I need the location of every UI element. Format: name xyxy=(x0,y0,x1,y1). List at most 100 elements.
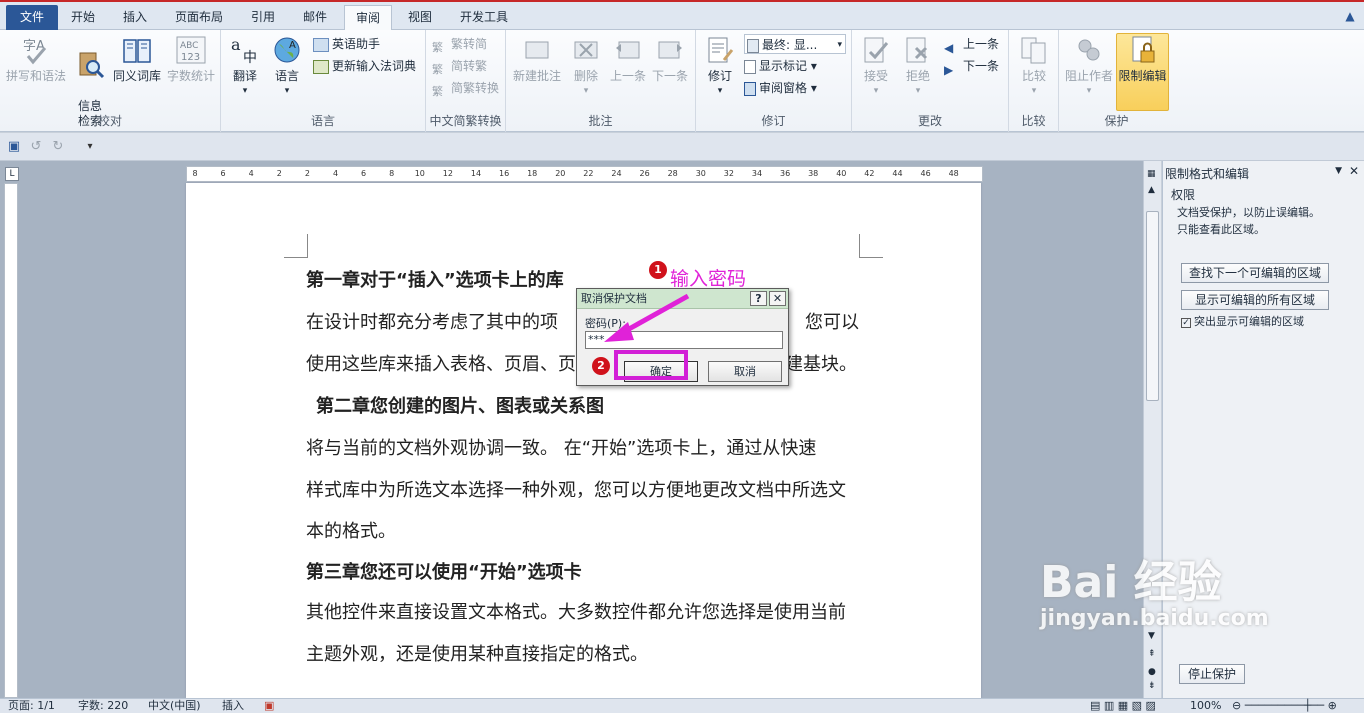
accept-button[interactable]: 接受 ▾ xyxy=(856,34,896,99)
help-icon[interactable]: ▲ xyxy=(1342,9,1358,25)
update-ime-dictionary-button[interactable]: 更新输入法词典 xyxy=(313,56,416,76)
reviewing-pane-button[interactable]: 审阅窗格 ▾ xyxy=(744,78,817,98)
conversion-button[interactable]: 繁简繁转换 xyxy=(432,78,499,98)
dialog-close-button[interactable]: ✕ xyxy=(769,291,786,306)
new-comment-button[interactable]: 新建批注 xyxy=(510,34,564,84)
paragraph: 主题外观，还是使用某种直接指定的格式。 xyxy=(306,644,648,665)
ruler-tick: 38 xyxy=(808,169,819,178)
group-changes: 接受 ▾ 拒绝 ▾ ◀ 上一条 ▶ 下一条 更改 xyxy=(852,30,1009,132)
step-badge: 2 xyxy=(592,357,610,375)
thesaurus-button[interactable]: 同义词库 xyxy=(110,34,164,84)
customize-toolbar-icon[interactable]: ▾ xyxy=(82,139,98,155)
next-change-button[interactable]: ▶ 下一条 xyxy=(944,56,999,77)
track-changes-button[interactable]: 修订 ▾ xyxy=(700,34,740,99)
assistant-icon xyxy=(313,37,329,52)
paragraph: 本的格式。 xyxy=(306,521,396,542)
tab-home[interactable]: 开始 xyxy=(60,5,106,31)
convert-icon: 繁 xyxy=(432,62,443,76)
redo-icon[interactable]: ↻ xyxy=(50,139,66,155)
pointer-arrow-icon xyxy=(604,293,690,342)
globe-icon: A xyxy=(274,37,300,63)
reject-button[interactable]: 拒绝 ▾ xyxy=(898,34,938,99)
browse-object-icon[interactable]: ● xyxy=(1148,667,1156,677)
document-page[interactable]: 第一章对于“插入”选项卡上的库 在设计时都充分考虑了其中的项 您可以 使用这些库… xyxy=(186,183,981,698)
ruler-tick: 42 xyxy=(864,169,875,178)
cancel-button[interactable]: 取消 xyxy=(708,361,782,382)
display-for-review-select[interactable]: 最终: 显... ▾ xyxy=(744,34,846,54)
dialog-help-button[interactable]: ? xyxy=(750,291,767,306)
ruler-tick: 26 xyxy=(639,169,650,178)
block-authors-button[interactable]: 阻止作者 ▾ xyxy=(1063,34,1115,99)
language-indicator[interactable]: 中文(中国) xyxy=(148,699,201,713)
pane-description: 只能查看此区域。 xyxy=(1177,223,1265,236)
tab-developer[interactable]: 开发工具 xyxy=(449,5,519,31)
horizontal-ruler[interactable]: 8 6 4 2 2 4 6 8 10 12 14 16 18 20 22 24 26 28 30 32 34 36 38 40… xyxy=(186,166,983,182)
word-count-button[interactable]: ABC 123 字数统计 xyxy=(164,34,218,84)
translate-button[interactable]: a中 翻译 ▾ xyxy=(227,34,263,99)
ruler-tick: 4 xyxy=(248,169,254,178)
group-label: 更改 xyxy=(917,114,942,128)
zoom-slider[interactable]: ⊖ ─────────┼── ⊕ xyxy=(1232,699,1337,713)
previous-comment-button[interactable]: 上一条 xyxy=(608,34,648,84)
restrict-editing-button[interactable]: 限制编辑 xyxy=(1116,33,1169,111)
scrollbar-thumb[interactable] xyxy=(1146,211,1159,401)
tab-references[interactable]: 引用 xyxy=(240,5,286,31)
delete-comment-button[interactable]: 删除 ▾ xyxy=(566,34,606,99)
paragraph: 您可以 xyxy=(805,312,859,333)
close-icon[interactable]: ✕ xyxy=(1349,164,1359,178)
trad-to-simp-button[interactable]: 繁繁转简 xyxy=(432,34,487,54)
tab-selector[interactable]: L xyxy=(5,167,19,181)
ruler-tick: 22 xyxy=(583,169,594,178)
word-count[interactable]: 字数: 220 xyxy=(78,699,128,713)
scroll-up-icon[interactable]: ▲ xyxy=(1148,185,1155,195)
track-changes-icon xyxy=(708,37,734,63)
previous-page-icon[interactable]: ⇞ xyxy=(1148,649,1156,659)
highlight-regions-checkbox[interactable]: ✓ 突出显示可编辑的区域 xyxy=(1181,313,1304,329)
tab-page-layout[interactable]: 页面布局 xyxy=(164,5,234,31)
english-assistant-button[interactable]: 英语助手 xyxy=(313,34,380,54)
language-button[interactable]: A 语言 ▾ xyxy=(269,34,305,99)
save-icon[interactable]: ▣ xyxy=(6,139,22,155)
undo-icon[interactable]: ↺ xyxy=(28,139,44,155)
ruler-tick: 48 xyxy=(948,169,959,178)
ruler-toggle-icon[interactable]: ▦ xyxy=(1147,169,1159,181)
tab-mailings[interactable]: 邮件 xyxy=(292,5,338,31)
group-label: 批注 xyxy=(588,114,613,128)
previous-change-button[interactable]: ◀ 上一条 xyxy=(944,34,999,55)
vertical-ruler[interactable] xyxy=(4,183,18,698)
scroll-down-icon[interactable]: ▼ xyxy=(1148,631,1155,641)
next-comment-button[interactable]: 下一条 xyxy=(650,34,690,84)
tab-view[interactable]: 视图 xyxy=(397,5,443,31)
open-book-icon xyxy=(123,39,151,63)
abc-check-icon: 字A xyxy=(23,39,47,65)
svg-text:ABC: ABC xyxy=(180,41,198,51)
simp-to-trad-button[interactable]: 繁简转繁 xyxy=(432,56,487,76)
tab-insert[interactable]: 插入 xyxy=(112,5,158,31)
stop-protection-button[interactable]: 停止保护 xyxy=(1179,664,1245,684)
paragraph: 其他控件来直接设置文本格式。大多数控件都允许您选择是使用当前 xyxy=(306,602,846,623)
page-count[interactable]: 页面: 1/1 xyxy=(8,699,55,713)
group-language: a中 翻译 ▾ A 语言 ▾ 英语助手 更新输入法词典 语言 xyxy=(221,30,426,132)
pane-menu-icon[interactable]: ▼ xyxy=(1335,166,1342,176)
zoom-level[interactable]: 100% xyxy=(1190,699,1221,713)
compare-button[interactable]: 比较 ▾ xyxy=(1014,34,1054,99)
macro-record-icon[interactable]: ▣ xyxy=(264,699,274,713)
show-markup-button[interactable]: 显示标记 ▾ xyxy=(744,56,817,76)
paragraph: 建基块。 xyxy=(785,354,857,375)
watermark-logo: Bai 经验 jingyan.baidu.com xyxy=(1040,560,1269,632)
watermark-brand: Bai 经验 xyxy=(1040,557,1222,608)
ruler-tick: 46 xyxy=(920,169,931,178)
tab-review[interactable]: 审阅 xyxy=(344,5,393,31)
block-authors-icon xyxy=(1078,39,1100,61)
tab-file[interactable]: 文件 xyxy=(6,5,59,31)
ruler-tick: 24 xyxy=(611,169,622,178)
show-all-editable-button[interactable]: 显示可编辑的所有区域 xyxy=(1181,290,1329,310)
svg-text:123: 123 xyxy=(181,52,200,63)
ruler-tick: 6 xyxy=(220,169,226,178)
status-bar: 页面: 1/1 字数: 220 中文(中国) 插入 ▣ ▤ ▥ ▦ ▧ ▨ 10… xyxy=(0,698,1364,713)
view-buttons[interactable]: ▤ ▥ ▦ ▧ ▨ xyxy=(1090,699,1156,713)
insert-mode[interactable]: 插入 xyxy=(222,699,244,713)
find-next-editable-button[interactable]: 查找下一个可编辑的区域 xyxy=(1181,263,1329,283)
spelling-grammar-button[interactable]: 字A 拼写和语法 xyxy=(4,34,68,84)
next-page-icon[interactable]: ⇟ xyxy=(1148,681,1156,691)
